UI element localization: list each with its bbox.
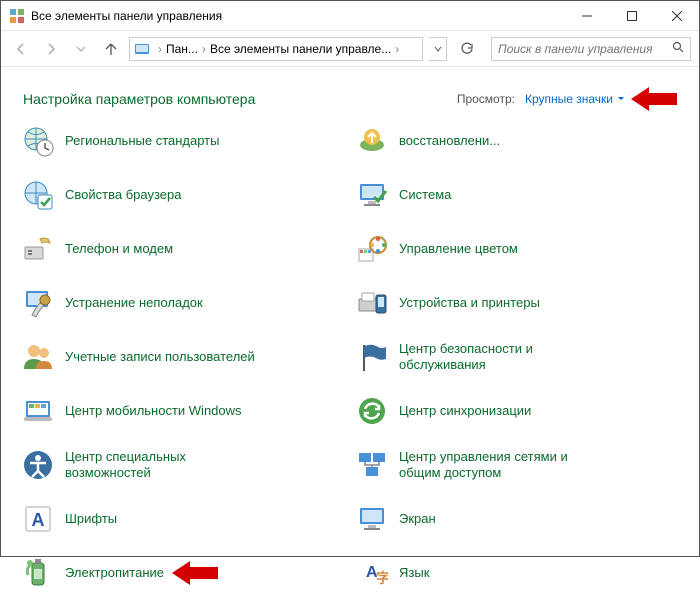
search-input[interactable] bbox=[498, 42, 668, 56]
sync-icon bbox=[355, 394, 389, 428]
color-icon bbox=[355, 232, 389, 266]
breadcrumb-dropdown[interactable] bbox=[429, 37, 447, 61]
item-label: Центр специальных возможностей bbox=[65, 449, 255, 482]
item-ease-of-access[interactable]: Центр специальных возможностей bbox=[21, 445, 355, 485]
view-label: Просмотр: bbox=[457, 92, 515, 106]
item-regional-standards[interactable]: Региональные стандарты bbox=[21, 121, 355, 161]
item-mobility-center[interactable]: Центр мобильности Windows bbox=[21, 391, 355, 431]
refresh-button[interactable] bbox=[455, 37, 479, 61]
item-system[interactable]: Система bbox=[355, 175, 689, 215]
window-titlebar: Все элементы панели управления bbox=[1, 1, 699, 31]
window-title: Все элементы панели управления bbox=[31, 9, 564, 23]
display-icon bbox=[355, 502, 389, 536]
breadcrumb-seg-1[interactable]: Пан... bbox=[166, 42, 198, 56]
item-label: Телефон и модем bbox=[65, 241, 173, 257]
control-panel-icon bbox=[134, 41, 150, 57]
back-button[interactable] bbox=[9, 37, 33, 61]
view-selector[interactable]: Крупные значки bbox=[525, 92, 625, 106]
item-label: Центр мобильности Windows bbox=[65, 403, 242, 419]
item-label: восстановлени... bbox=[399, 133, 500, 149]
close-button[interactable] bbox=[654, 1, 699, 30]
system-icon bbox=[355, 178, 389, 212]
item-user-accounts[interactable]: Учетные записи пользователей bbox=[21, 337, 355, 377]
page-heading: Настройка параметров компьютера bbox=[23, 91, 457, 107]
item-display[interactable]: Экран bbox=[355, 499, 689, 539]
recent-locations-button[interactable] bbox=[69, 37, 93, 61]
item-label: Центр синхронизации bbox=[399, 403, 531, 419]
language-icon: A字 bbox=[355, 556, 389, 590]
svg-text:字: 字 bbox=[376, 570, 388, 586]
item-language[interactable]: A字 Язык bbox=[355, 553, 689, 593]
item-label: Свойства браузера bbox=[65, 187, 181, 203]
globe-clock-icon bbox=[21, 124, 55, 158]
network-icon bbox=[355, 448, 389, 482]
item-label: Центр управления сетями и общим доступом bbox=[399, 449, 589, 482]
item-label: Устранение неполадок bbox=[65, 295, 203, 311]
maximize-button[interactable] bbox=[609, 1, 654, 30]
content-header: Настройка параметров компьютера Просмотр… bbox=[1, 67, 699, 121]
callout-arrow-icon bbox=[172, 559, 218, 587]
item-power-options[interactable]: Электропитание bbox=[21, 553, 164, 593]
item-label: Управление цветом bbox=[399, 241, 518, 257]
item-phone-modem[interactable]: Телефон и модем bbox=[21, 229, 355, 269]
item-troubleshooting[interactable]: Устранение неполадок bbox=[21, 283, 355, 323]
item-sync-center[interactable]: Центр синхронизации bbox=[355, 391, 689, 431]
item-color-management[interactable]: Управление цветом bbox=[355, 229, 689, 269]
item-label: Система bbox=[399, 187, 451, 203]
fonts-icon: A bbox=[21, 502, 55, 536]
search-box[interactable] bbox=[491, 37, 691, 61]
breadcrumb-separator-icon: › bbox=[395, 42, 399, 56]
ease-access-icon bbox=[21, 448, 55, 482]
users-icon bbox=[21, 340, 55, 374]
breadcrumb-seg-2[interactable]: Все элементы панели управле... bbox=[210, 42, 391, 56]
up-button[interactable] bbox=[99, 37, 123, 61]
item-label: Язык bbox=[399, 565, 429, 581]
item-label: Учетные записи пользователей bbox=[65, 349, 255, 365]
search-icon bbox=[672, 40, 684, 58]
item-label: Устройства и принтеры bbox=[399, 295, 540, 311]
view-value-text: Крупные значки bbox=[525, 92, 613, 106]
forward-button[interactable] bbox=[39, 37, 63, 61]
item-fonts[interactable]: A Шрифты bbox=[21, 499, 355, 539]
item-label: Региональные стандарты bbox=[65, 133, 219, 149]
item-devices-printers[interactable]: Устройства и принтеры bbox=[355, 283, 689, 323]
breadcrumb[interactable]: › Пан... › Все элементы панели управле..… bbox=[129, 37, 423, 61]
item-backup-restore[interactable]: восстановлени... bbox=[355, 121, 689, 161]
item-internet-options[interactable]: Свойства браузера bbox=[21, 175, 355, 215]
mobility-icon bbox=[21, 394, 55, 428]
browser-check-icon bbox=[21, 178, 55, 212]
items-grid: Региональные стандарты восстановлени... … bbox=[1, 121, 699, 593]
app-icon bbox=[9, 8, 25, 24]
callout-arrow-icon bbox=[631, 85, 677, 113]
item-label: Шрифты bbox=[65, 511, 117, 527]
minimize-button[interactable] bbox=[564, 1, 609, 30]
item-label: Электропитание bbox=[65, 565, 164, 581]
phone-modem-icon bbox=[21, 232, 55, 266]
item-label: Центр безопасности и обслуживания bbox=[399, 341, 589, 374]
breadcrumb-separator-icon: › bbox=[158, 42, 162, 56]
item-security-maintenance[interactable]: Центр безопасности и обслуживания bbox=[355, 337, 689, 377]
troubleshoot-icon bbox=[21, 286, 55, 320]
svg-text:A: A bbox=[32, 510, 45, 530]
chevron-down-icon bbox=[617, 92, 625, 106]
devices-icon bbox=[355, 286, 389, 320]
power-icon bbox=[21, 556, 55, 590]
backup-icon bbox=[355, 124, 389, 158]
breadcrumb-separator-icon: › bbox=[202, 42, 206, 56]
flag-icon bbox=[355, 340, 389, 374]
navigation-bar: › Пан... › Все элементы панели управле..… bbox=[1, 31, 699, 67]
item-label: Экран bbox=[399, 511, 436, 527]
item-network-sharing[interactable]: Центр управления сетями и общим доступом bbox=[355, 445, 689, 485]
